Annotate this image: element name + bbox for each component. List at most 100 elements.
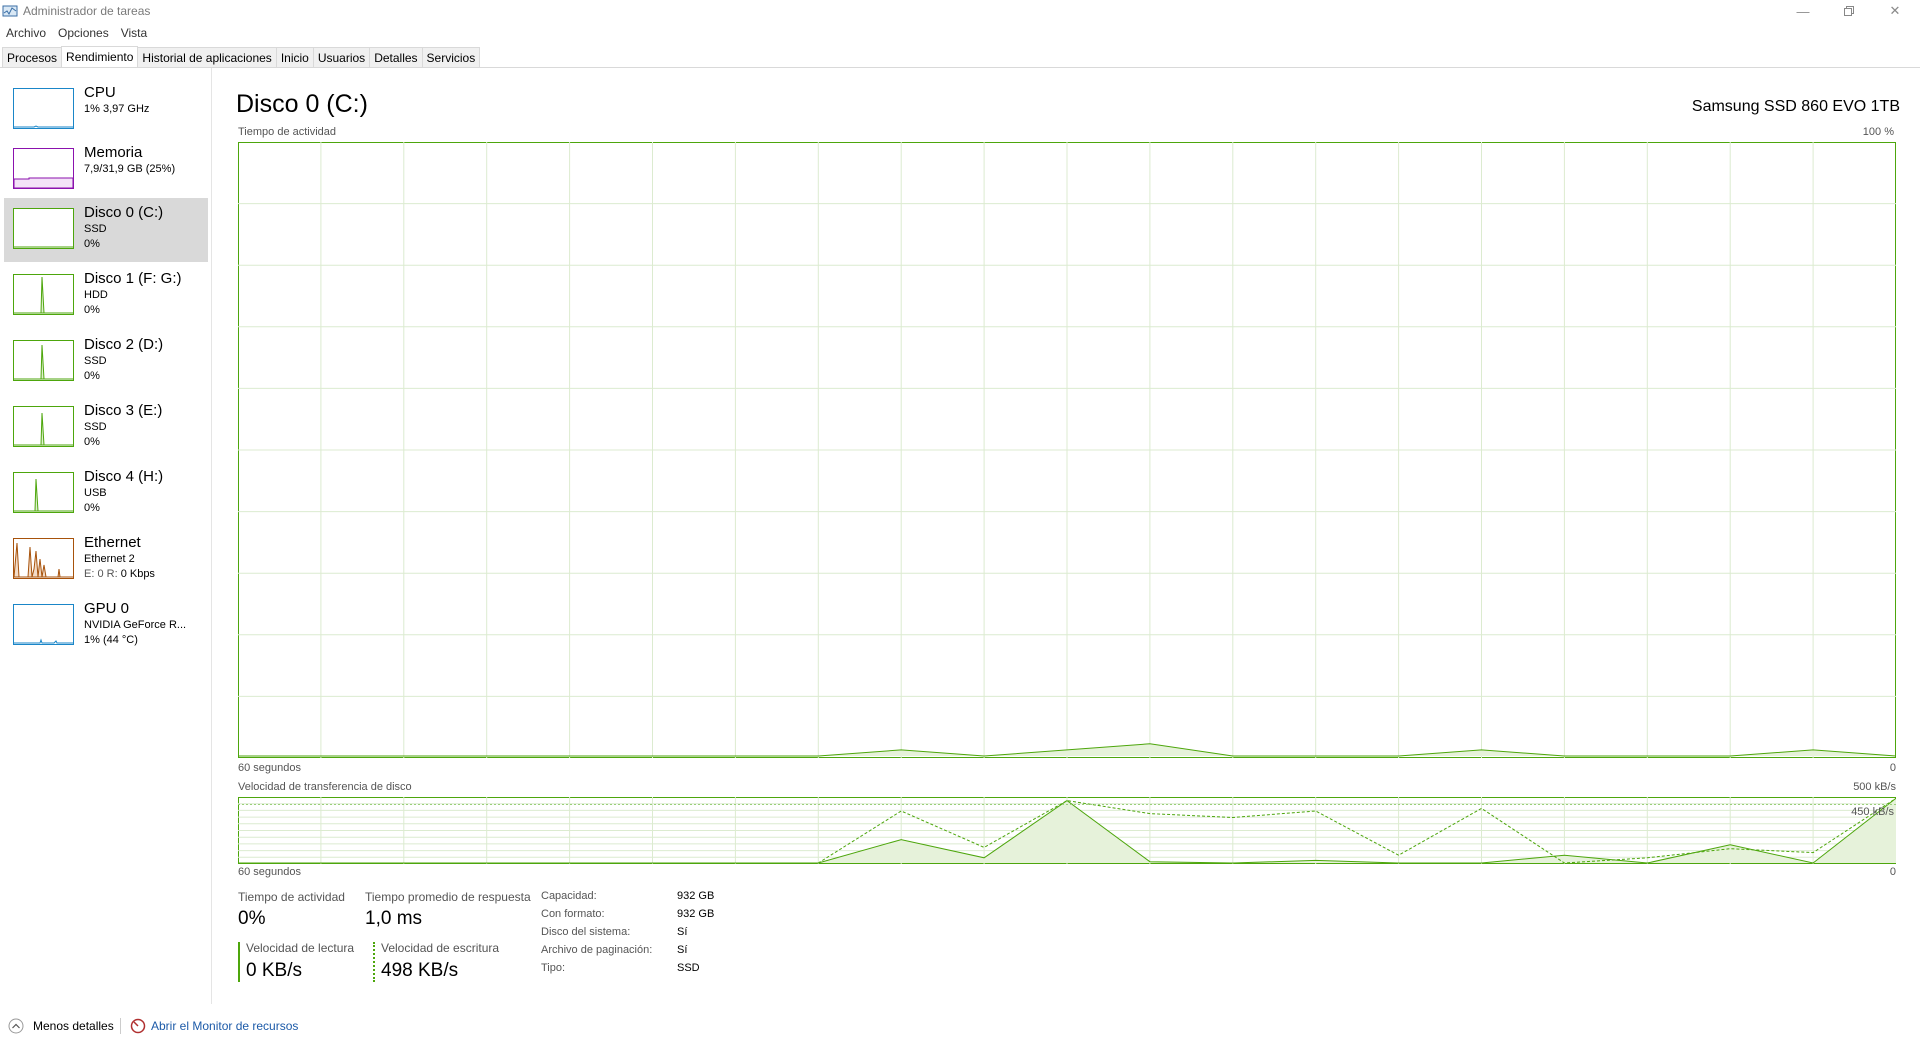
stat-activity-label: Tiempo de actividad bbox=[238, 890, 345, 904]
sidebar-item-title: Disco 3 (E:) bbox=[84, 402, 163, 419]
sidebar-item-title: Memoria bbox=[84, 144, 143, 161]
cpu-thumbnail bbox=[13, 88, 74, 129]
menu-opciones[interactable]: Opciones bbox=[52, 24, 115, 42]
activity-time-left: 60 segundos bbox=[238, 762, 301, 774]
sidebar-item-title: Disco 1 (F: G:) bbox=[84, 270, 182, 287]
tab-historial[interactable]: Historial de aplicaciones bbox=[137, 47, 277, 68]
sidebar-item-detail: 7,9/31,9 GB (25%) bbox=[84, 163, 176, 175]
performance-panel: Disco 0 (C:) Samsung SSD 860 EVO 1TB Tie… bbox=[213, 68, 1920, 1004]
activity-chart-label: Tiempo de actividad bbox=[238, 126, 337, 138]
transfer-chart-label: Velocidad de transferencia de disco bbox=[238, 781, 412, 793]
sidebar-item-type: SSD bbox=[84, 355, 107, 367]
disk4-thumbnail bbox=[13, 472, 74, 513]
sidebar-item-disco-2[interactable]: Disco 2 (D:) SSD 0% bbox=[4, 330, 208, 394]
sidebar-item-disco-4[interactable]: Disco 4 (H:) USB 0% bbox=[4, 462, 208, 526]
disk1-thumbnail bbox=[13, 274, 74, 315]
sidebar-item-usage: 0% bbox=[84, 238, 100, 250]
activity-time-right: 0 bbox=[1889, 762, 1896, 774]
sidebar-item-title: Disco 2 (D:) bbox=[84, 336, 164, 353]
sidebar-item-usage: 0% bbox=[84, 502, 100, 514]
minimize-button[interactable]: — bbox=[1780, 0, 1826, 22]
stat-read-value: 0 KB/s bbox=[246, 960, 302, 981]
gpu-thumbnail bbox=[13, 604, 74, 645]
sidebar-item-model: NVIDIA GeForce R... bbox=[84, 619, 187, 631]
sidebar-item-memoria[interactable]: Memoria 7,9/31,9 GB (25%) bbox=[4, 138, 208, 202]
ethernet-sr-value: 0 Kbps bbox=[120, 568, 155, 580]
menu-archivo[interactable]: Archivo bbox=[0, 24, 52, 42]
ethernet-thumbnail bbox=[13, 538, 74, 579]
sidebar-item-disco-1[interactable]: Disco 1 (F: G:) HDD 0% bbox=[4, 264, 208, 328]
restore-button[interactable] bbox=[1826, 0, 1872, 22]
footer: Menos detalles Abrir el Monitor de recur… bbox=[0, 1014, 1920, 1038]
minimize-icon: — bbox=[1796, 3, 1810, 19]
disk0-thumbnail bbox=[13, 208, 74, 249]
prop-capacity-label: Capacidad: bbox=[541, 890, 597, 902]
transfer-time-right: 0 bbox=[1889, 866, 1896, 878]
sidebar-item-gpu[interactable]: GPU 0 NVIDIA GeForce R... 1% (44 °C) bbox=[4, 594, 208, 658]
sidebar-item-adapter: Ethernet 2 bbox=[84, 553, 135, 565]
tab-usuarios[interactable]: Usuarios bbox=[312, 47, 371, 68]
prop-formatted-label: Con formato: bbox=[541, 908, 605, 920]
stat-activity-value: 0% bbox=[238, 908, 266, 929]
chevron-up-icon[interactable] bbox=[8, 1018, 24, 1034]
ethernet-sr-label: E: 0 R: bbox=[84, 568, 121, 580]
activity-chart bbox=[238, 142, 1896, 758]
read-legend-line bbox=[238, 942, 240, 982]
prop-type-label: Tipo: bbox=[541, 962, 566, 974]
sidebar: CPU 1% 3,97 GHz Memoria 7,9/31,9 GB (25%… bbox=[0, 68, 212, 1004]
title-bar: Administrador de tareas — ✕ bbox=[0, 0, 1920, 22]
sidebar-item-usage: 0% bbox=[84, 304, 100, 316]
footer-divider bbox=[120, 1018, 121, 1034]
less-details-button[interactable]: Menos detalles bbox=[33, 1019, 114, 1033]
write-legend-line bbox=[373, 942, 375, 982]
activity-chart-max: 100 % bbox=[1862, 126, 1894, 138]
sidebar-item-title: Disco 4 (H:) bbox=[84, 468, 164, 485]
stat-write-label: Velocidad de escritura bbox=[381, 941, 500, 955]
close-button[interactable]: ✕ bbox=[1872, 0, 1918, 22]
memory-thumbnail bbox=[13, 148, 74, 189]
tab-rendimiento[interactable]: Rendimiento bbox=[61, 46, 139, 68]
stat-read-label: Velocidad de lectura bbox=[246, 941, 355, 955]
prop-system-disk-label: Disco del sistema: bbox=[541, 926, 631, 938]
prop-type-value: SSD bbox=[677, 962, 700, 974]
resource-monitor-link[interactable]: Abrir el Monitor de recursos bbox=[151, 1019, 298, 1033]
sidebar-item-usage: 0% bbox=[84, 436, 100, 448]
close-icon: ✕ bbox=[1889, 3, 1901, 18]
sidebar-item-type: SSD bbox=[84, 223, 107, 235]
sidebar-item-ethernet[interactable]: Ethernet Ethernet 2 E: 0 R: 0 Kbps bbox=[4, 528, 208, 592]
sidebar-item-throughput: E: 0 R: 0 Kbps bbox=[84, 568, 155, 580]
menu-bar: Archivo Opciones Vista bbox=[0, 24, 153, 42]
stat-response-label: Tiempo promedio de respuesta bbox=[365, 890, 531, 904]
tab-servicios[interactable]: Servicios bbox=[421, 47, 481, 68]
transfer-chart-inner-label: 450 kB/s bbox=[1851, 806, 1894, 818]
sidebar-item-disco-3[interactable]: Disco 3 (E:) SSD 0% bbox=[4, 396, 208, 460]
device-name: Samsung SSD 860 EVO 1TB bbox=[1691, 98, 1900, 115]
menu-vista[interactable]: Vista bbox=[115, 24, 153, 42]
prop-pagefile-value: Sí bbox=[677, 944, 688, 956]
sidebar-item-type: SSD bbox=[84, 421, 107, 433]
disk2-thumbnail bbox=[13, 340, 74, 381]
transfer-chart-max: 500 kB/s bbox=[1853, 781, 1896, 793]
sidebar-item-cpu[interactable]: CPU 1% 3,97 GHz bbox=[4, 78, 208, 142]
tab-bar: Procesos Rendimiento Historial de aplica… bbox=[2, 46, 481, 68]
sidebar-item-title: Ethernet bbox=[84, 534, 141, 551]
prop-pagefile-label: Archivo de paginación: bbox=[541, 944, 653, 956]
tab-inicio[interactable]: Inicio bbox=[275, 47, 314, 68]
restore-icon bbox=[1844, 6, 1854, 16]
stat-response-value: 1,0 ms bbox=[365, 908, 423, 929]
sidebar-item-detail: 1% 3,97 GHz bbox=[84, 103, 150, 115]
window-title: Administrador de tareas bbox=[23, 4, 151, 18]
task-manager-icon bbox=[2, 5, 18, 17]
sidebar-item-title: Disco 0 (C:) bbox=[84, 204, 164, 221]
resource-monitor-icon bbox=[130, 1018, 146, 1034]
stat-write-value: 498 KB/s bbox=[381, 960, 459, 981]
sidebar-item-usage: 1% (44 °C) bbox=[84, 634, 138, 646]
sidebar-item-usage: 0% bbox=[84, 370, 100, 382]
page-title: Disco 0 (C:) bbox=[236, 90, 368, 118]
sidebar-item-disco-0[interactable]: Disco 0 (C:) SSD 0% bbox=[4, 198, 208, 262]
sidebar-item-type: HDD bbox=[84, 289, 108, 301]
prop-system-disk-value: Sí bbox=[677, 926, 688, 938]
prop-formatted-value: 932 GB bbox=[677, 908, 715, 920]
tab-detalles[interactable]: Detalles bbox=[369, 47, 423, 68]
tab-procesos[interactable]: Procesos bbox=[2, 47, 63, 68]
